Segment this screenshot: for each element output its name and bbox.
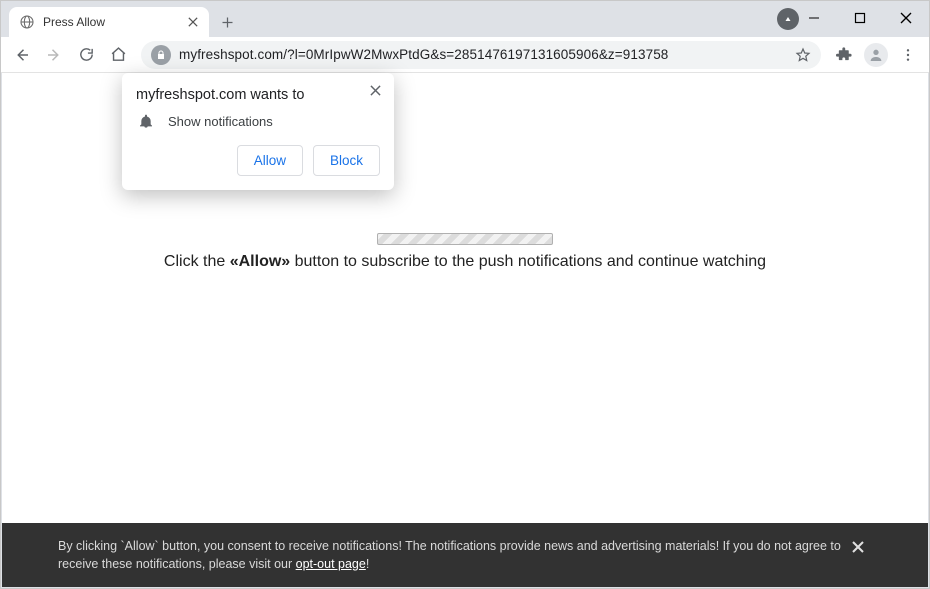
msg-suffix: button to subscribe to the push notifica… (290, 253, 766, 270)
browser-menu-button[interactable] (893, 40, 923, 70)
consent-text-before: By clicking `Allow` button, you consent … (58, 539, 841, 571)
avatar-icon (864, 43, 888, 67)
page-instruction-text: Click the «Allow» button to subscribe to… (164, 253, 766, 271)
window-controls (791, 1, 929, 35)
new-tab-button[interactable] (213, 8, 241, 36)
permission-actions: Allow Block (136, 145, 380, 176)
profile-mode-badge-icon[interactable] (777, 8, 799, 30)
nav-back-button[interactable] (7, 40, 37, 70)
browser-toolbar: myfreshspot.com/?l=0MrIpwW2MwxPtdG&s=285… (1, 37, 929, 73)
permission-allow-button[interactable]: Allow (237, 145, 303, 176)
consent-optout-link[interactable]: opt-out page (296, 557, 366, 571)
nav-home-button[interactable] (103, 40, 133, 70)
site-lock-icon[interactable] (151, 45, 171, 65)
permission-title: myfreshspot.com wants to (136, 87, 380, 103)
profile-avatar-button[interactable] (861, 40, 891, 70)
address-bar-url: myfreshspot.com/?l=0MrIpwW2MwxPtdG&s=285… (179, 47, 668, 62)
bookmark-star-icon[interactable] (795, 47, 811, 63)
permission-close-button[interactable] (366, 81, 384, 99)
window-maximize-button[interactable] (837, 3, 883, 33)
permission-row-text: Show notifications (168, 114, 273, 129)
msg-bold: «Allow» (230, 253, 290, 270)
window-close-button[interactable] (883, 3, 929, 33)
permission-row: Show notifications (138, 113, 380, 129)
loading-bar-icon (377, 233, 553, 245)
nav-reload-button[interactable] (71, 40, 101, 70)
msg-prefix: Click the (164, 253, 230, 270)
browser-tab[interactable]: Press Allow (9, 7, 209, 37)
page-content: myfreshspot.com wants to Show notificati… (2, 73, 928, 587)
tab-close-button[interactable] (185, 14, 201, 30)
permission-block-button[interactable]: Block (313, 145, 380, 176)
page-center-area: Click the «Allow» button to subscribe to… (2, 233, 928, 271)
bell-icon (138, 113, 154, 129)
extensions-button[interactable] (829, 40, 859, 70)
notification-permission-prompt: myfreshspot.com wants to Show notificati… (122, 73, 394, 190)
browser-window: Press Allow myfreshspot.com/?l=0MrIpwW2M… (0, 0, 930, 589)
nav-forward-button[interactable] (39, 40, 69, 70)
consent-bar: By clicking `Allow` button, you consent … (2, 523, 928, 587)
consent-text-after: ! (366, 557, 369, 571)
globe-icon (19, 14, 35, 30)
consent-close-button[interactable] (848, 537, 868, 557)
address-bar[interactable]: myfreshspot.com/?l=0MrIpwW2MwxPtdG&s=285… (141, 41, 821, 69)
tab-title: Press Allow (43, 15, 177, 29)
